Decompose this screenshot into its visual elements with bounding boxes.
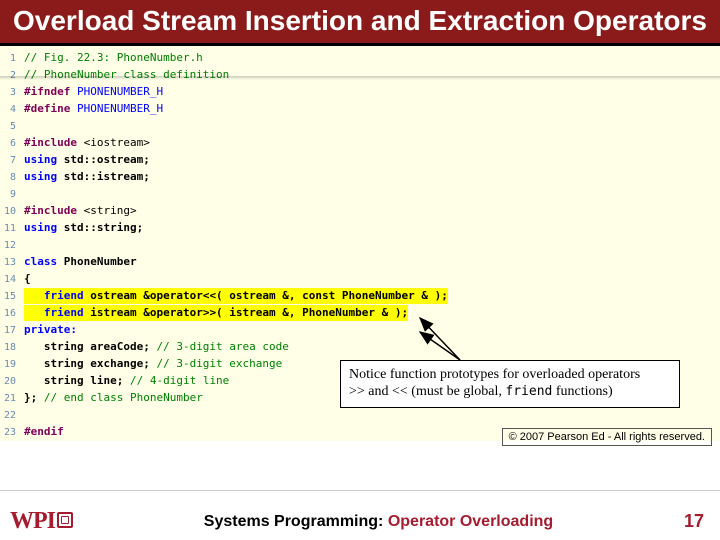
code-line-16-rest: istream &operator>>( istream &, PhoneNum… xyxy=(84,306,409,319)
code-line-16-kw: friend xyxy=(24,306,84,319)
wpi-seal-icon xyxy=(57,512,73,528)
code-line-7-rest: std::ostream; xyxy=(57,153,150,166)
slide-title: Overload Stream Insertion and Extraction… xyxy=(8,6,712,37)
code-line-8-kw: using xyxy=(24,170,57,183)
code-line-4-macro: PHONENUMBER_H xyxy=(70,102,163,115)
code-line-6-pp: #include xyxy=(24,136,84,149)
code-line-19-c: // 3-digit exchange xyxy=(156,357,282,370)
code-line-11-rest: std::string; xyxy=(57,221,143,234)
code-line-14: { xyxy=(24,271,31,287)
code-line-3-macro: PHONENUMBER_H xyxy=(70,85,163,98)
code-line-4-pp: #define xyxy=(24,102,70,115)
wpi-logo-text: WPI xyxy=(10,508,55,535)
code-line-19: string exchange; xyxy=(24,357,156,370)
footer: WPI Systems Programming: Operator Overlo… xyxy=(0,490,720,540)
code-line-17: private: xyxy=(24,322,77,338)
code-line-1: // Fig. 22.3: PhoneNumber.h xyxy=(24,50,203,66)
callout-box: Notice function prototypes for overloade… xyxy=(340,360,680,408)
copyright-notice: © 2007 Pearson Ed - All rights reserved. xyxy=(502,428,712,446)
code-line-13-rest: PhoneNumber xyxy=(57,255,136,268)
code-line-23: #endif xyxy=(24,424,64,440)
callout-line-1: Notice function prototypes for overloade… xyxy=(349,367,640,382)
callout-line-2a: >> and << (must be global, xyxy=(349,384,505,399)
code-line-21: }; xyxy=(24,391,44,404)
code-line-11-kw: using xyxy=(24,221,57,234)
code-line-13-kw: class xyxy=(24,255,57,268)
footer-caption: Systems Programming: Operator Overloadin… xyxy=(204,513,553,531)
callout-line-2b: functions) xyxy=(552,384,612,399)
code-line-8-rest: std::istream; xyxy=(57,170,150,183)
page-number: 17 xyxy=(684,511,704,532)
code-line-18: string areaCode; xyxy=(24,340,156,353)
title-bar: Overload Stream Insertion and Extraction… xyxy=(0,0,720,46)
code-line-7-kw: using xyxy=(24,153,57,166)
code-line-10-hdr: <string> xyxy=(84,204,137,217)
code-line-21-c: // end class PhoneNumber xyxy=(44,391,203,404)
code-line-20: string line; xyxy=(24,374,130,387)
code-line-3-pp: #ifndef xyxy=(24,85,70,98)
code-line-18-c: // 3-digit area code xyxy=(156,340,288,353)
wpi-logo: WPI xyxy=(10,508,73,535)
footer-caption-red: Operator Overloading xyxy=(383,513,553,530)
code-line-10-pp: #include xyxy=(24,204,84,217)
title-shadow xyxy=(0,76,720,80)
footer-caption-black: Systems Programming: xyxy=(204,513,384,530)
code-line-6-hdr: <iostream> xyxy=(84,136,150,149)
code-line-15-rest: ostream &operator<<( ostream &, const Ph… xyxy=(84,289,448,302)
callout-friend: friend xyxy=(505,384,552,399)
code-line-15-kw: friend xyxy=(24,289,84,302)
code-line-2: // PhoneNumber class definition xyxy=(24,67,229,83)
code-line-20-c: // 4-digit line xyxy=(130,374,229,387)
